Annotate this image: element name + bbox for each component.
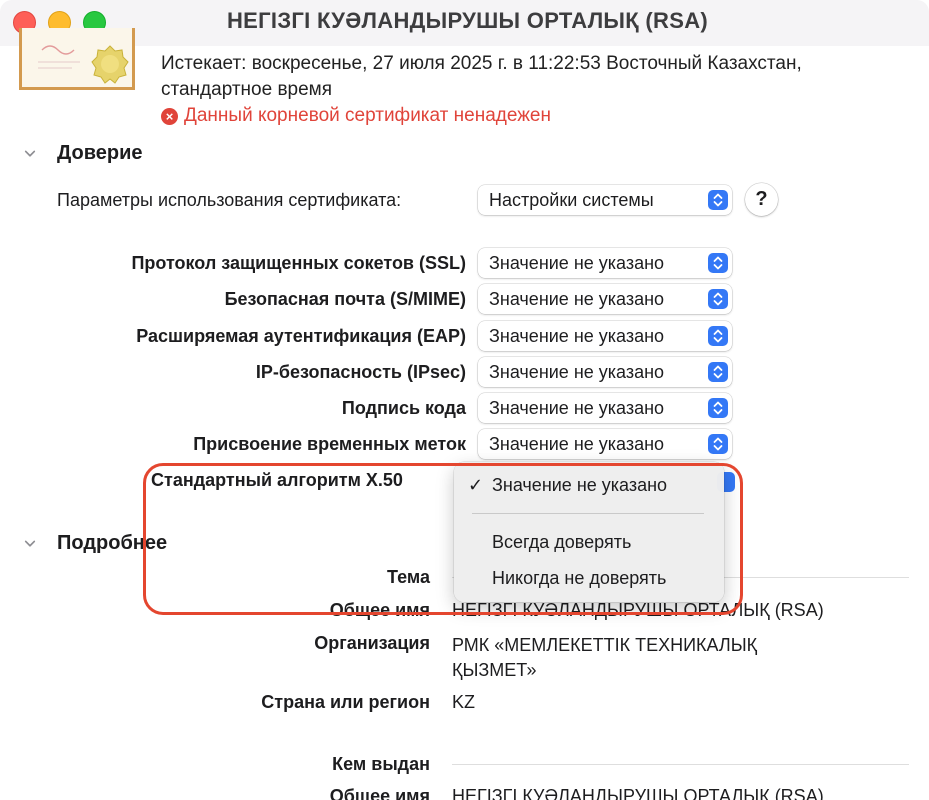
up-down-arrows-icon	[708, 253, 728, 273]
timestamping-popup[interactable]: Значение не указано	[478, 429, 732, 459]
usage-settings-popup[interactable]: Настройки системы	[478, 185, 732, 215]
ssl-popup[interactable]: Значение не указано	[478, 248, 732, 278]
usage-settings-value: Настройки системы	[489, 190, 654, 210]
up-down-arrows-icon	[708, 326, 728, 346]
ssl-value: Значение не указано	[489, 253, 665, 273]
window-title: НЕГІЗГІ КУӘЛАНДЫРУШЫ ОРТАЛЫҚ (RSA)	[226, 8, 709, 33]
trust-warning-text: Данный корневой сертификат ненадежен	[184, 105, 551, 126]
ipsec-label: IP-безопасность (IPsec)	[255, 362, 466, 382]
smime-popup[interactable]: Значение не указано	[478, 284, 732, 314]
issuer-divider	[452, 764, 909, 765]
timestamping-label: Присвоение временных меток	[193, 434, 466, 454]
issuer-common-name-label: Общее имя	[329, 786, 430, 800]
eap-label: Расширяемая аутентификация (EAP)	[136, 326, 466, 346]
x-circle-icon: ×	[161, 107, 178, 125]
issuer-heading: Кем выдан	[332, 754, 430, 774]
timestamping-value: Значение не указано	[489, 434, 665, 454]
up-down-arrows-icon	[708, 362, 728, 382]
code-signing-value: Значение не указано	[489, 398, 665, 418]
help-button[interactable]: ?	[745, 183, 778, 216]
up-down-arrows-icon	[708, 398, 728, 418]
ipsec-value: Значение не указано	[489, 362, 665, 382]
trust-section-title[interactable]: Доверие	[57, 142, 143, 165]
up-down-arrows-icon	[708, 190, 728, 210]
chevron-down-icon[interactable]	[24, 538, 36, 550]
expiration-date: Истекает: воскресенье, 27 июля 2025 г. в…	[161, 53, 802, 100]
smime-value: Значение не указано	[489, 289, 665, 309]
eap-popup[interactable]: Значение не указано	[478, 321, 732, 351]
subject-organization-label: Организация	[314, 633, 430, 653]
eap-value: Значение не указано	[489, 326, 665, 346]
trust-warning: × Данный корневой сертификат ненадежен	[161, 105, 551, 127]
subject-country-label: Страна или регион	[261, 692, 430, 712]
code-signing-label: Подпись кода	[341, 398, 466, 418]
chevron-down-icon[interactable]	[24, 148, 36, 160]
up-down-arrows-icon	[708, 289, 728, 309]
title-bar: НЕГІЗГІ КУӘЛАНДЫРУШЫ ОРТАЛЫҚ (RSA)	[0, 0, 929, 46]
code-signing-popup[interactable]: Значение не указано	[478, 393, 732, 423]
up-down-arrows-icon	[708, 434, 728, 454]
ipsec-popup[interactable]: Значение не указано	[478, 357, 732, 387]
subject-country-value: KZ	[452, 692, 476, 712]
smime-label: Безопасная почта (S/MIME)	[224, 289, 466, 309]
ssl-label: Протокол защищенных сокетов (SSL)	[131, 253, 466, 273]
subject-organization-value: РМК «МЕМЛЕКЕТТІК ТЕХНИКАЛЫҚ ҚЫЗМЕТ»	[452, 635, 758, 680]
highlight-annotation	[143, 463, 743, 615]
issuer-common-name-value: НЕГІЗГІ КУӘЛАНДЫРУШЫ ОРТАЛЫҚ (RSA)	[452, 786, 824, 800]
certificate-window: НЕГІЗГІ КУӘЛАНДЫРУШЫ ОРТАЛЫҚ (RSA) Истек…	[0, 0, 929, 800]
usage-settings-label: Параметры использования сертификата:	[57, 190, 402, 210]
certificate-icon	[19, 28, 135, 90]
